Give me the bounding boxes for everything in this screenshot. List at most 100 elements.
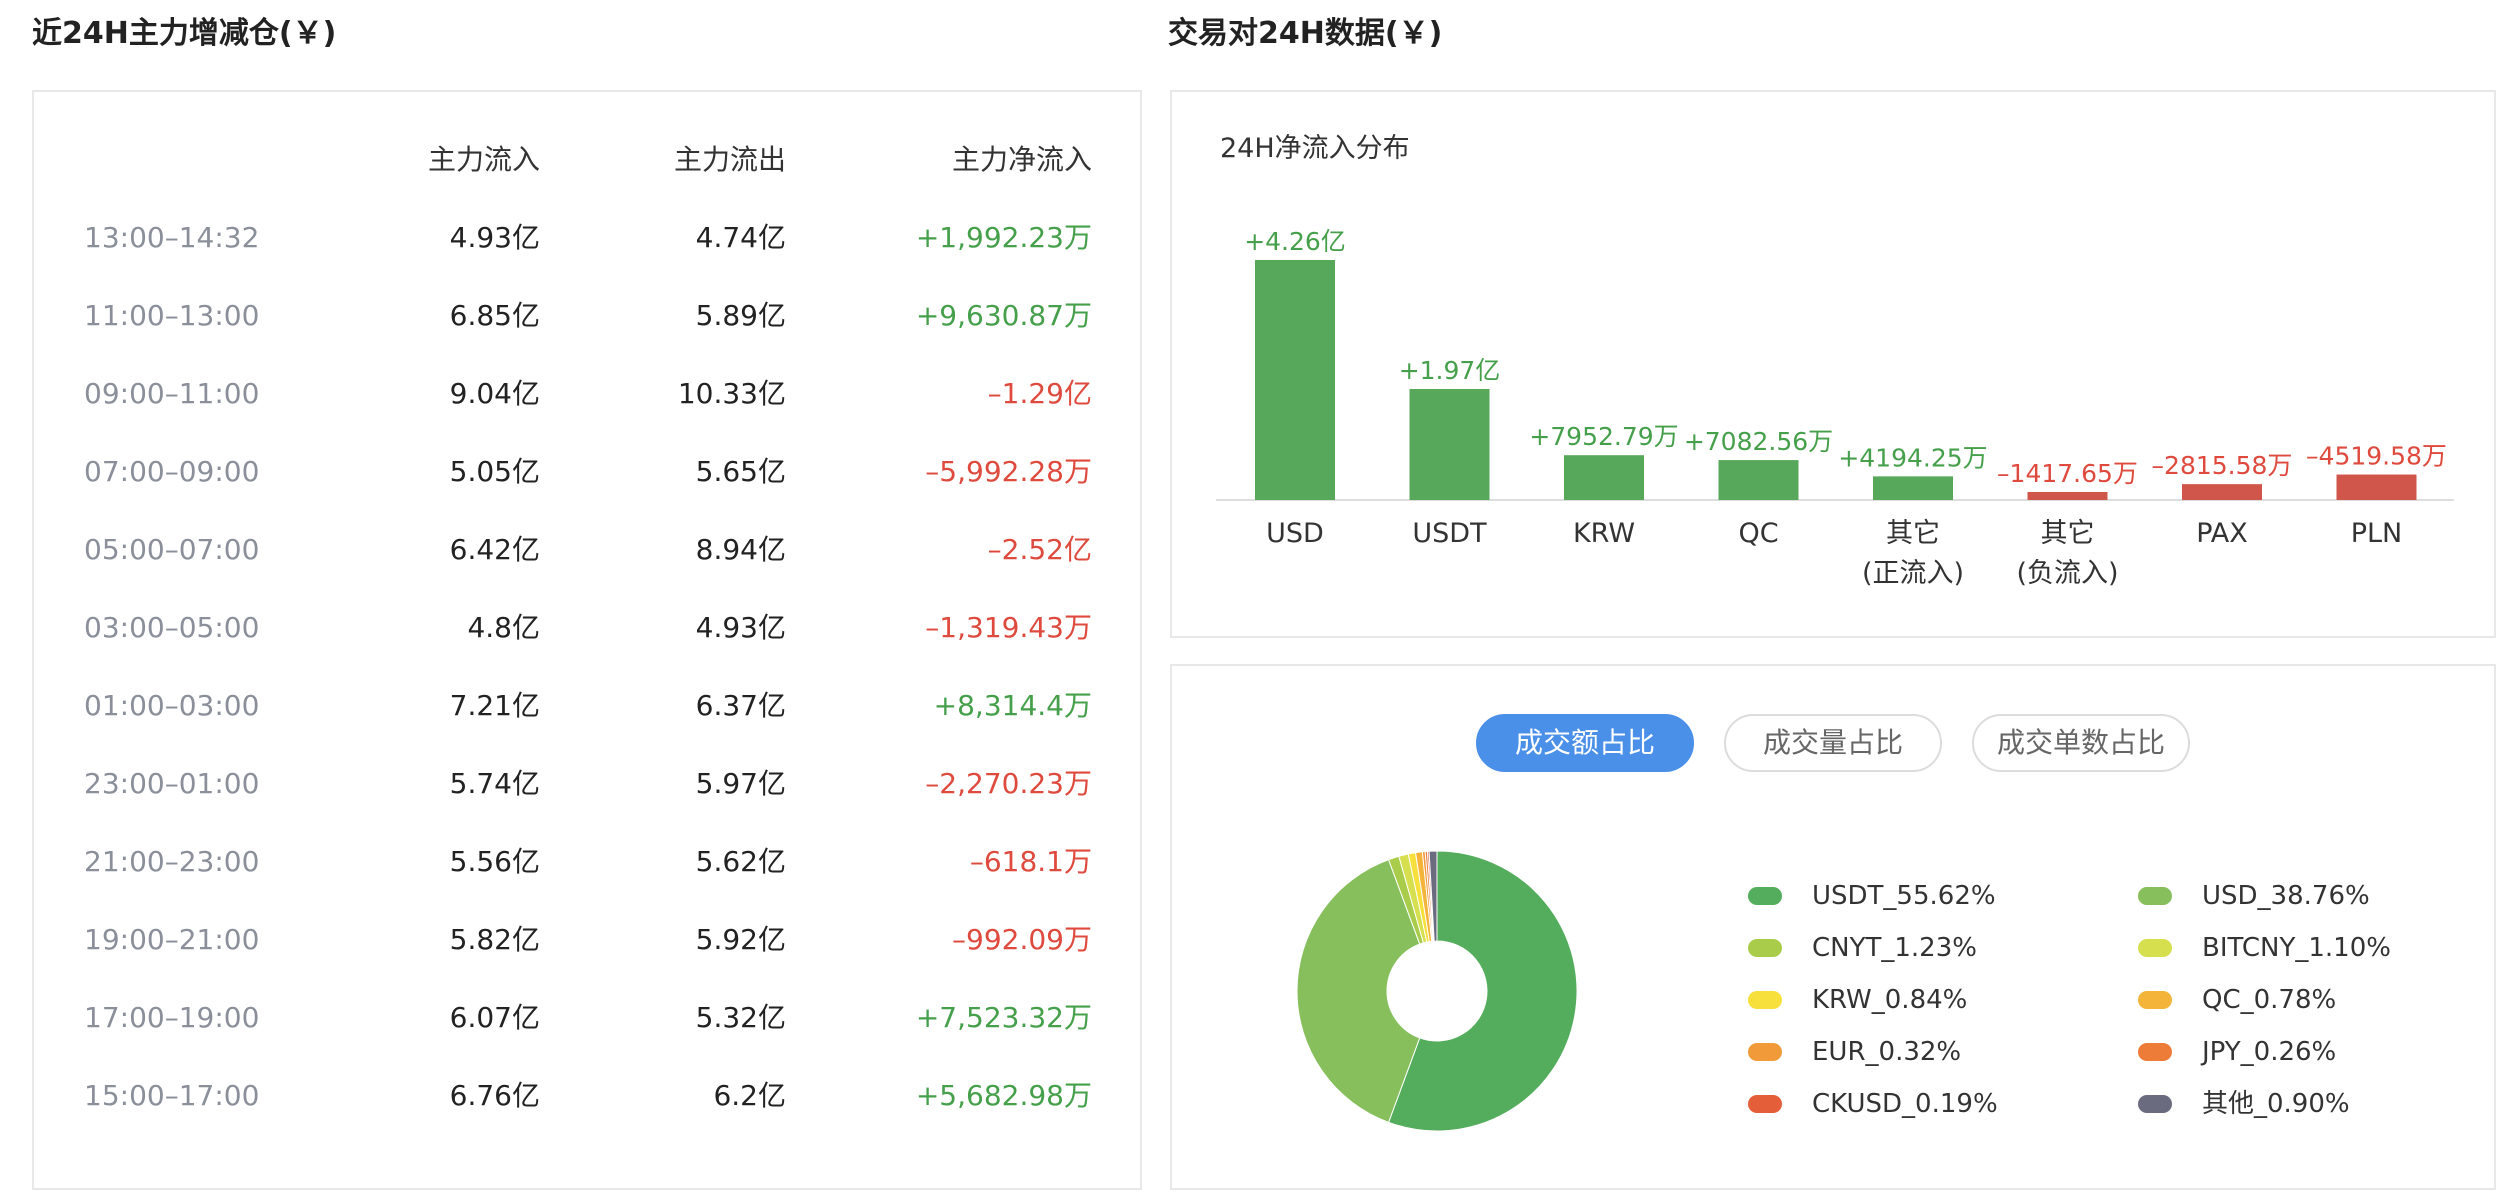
bar-value-label: +4194.25万 <box>1838 443 1987 472</box>
row-net: +8,314.4万 <box>933 689 1092 722</box>
net-inflow-bar-chart: 24H净流入分布 +4.26亿 USD +1.97亿 USDT +7952.79万 KRW… <box>1170 90 2496 638</box>
bar-category-label: 其它 <box>2041 518 2095 549</box>
row-time: 23:00–01:00 <box>84 767 260 800</box>
bar <box>1409 389 1490 500</box>
row-inflow: 5.82亿 <box>449 923 540 956</box>
legend-label: QC_0.78% <box>2202 985 2337 1015</box>
legend-swatch <box>1748 887 1782 905</box>
table-row: 09:00–11:00 9.04亿 10.33亿 –1.29亿 <box>34 364 1140 424</box>
row-time: 21:00–23:00 <box>84 845 260 878</box>
legend-swatch <box>2138 887 2172 905</box>
row-time: 07:00–09:00 <box>84 455 260 488</box>
row-net: –2.52亿 <box>987 533 1092 566</box>
row-inflow: 6.85亿 <box>449 299 540 332</box>
row-net: –618.1万 <box>969 845 1092 878</box>
legend-label: EUR_0.32% <box>1812 1037 1962 1067</box>
row-outflow: 8.94亿 <box>695 533 786 566</box>
row-outflow: 5.89亿 <box>695 299 786 332</box>
bar <box>1564 455 1644 500</box>
donut-slice[interactable] <box>1296 858 1421 1124</box>
table-row: 23:00–01:00 5.74亿 5.97亿 –2,270.23万 <box>34 754 1140 814</box>
bar <box>1873 476 1953 500</box>
row-outflow: 4.93亿 <box>695 611 786 644</box>
tab-turnover-share[interactable]: 成交额占比 <box>1476 714 1694 772</box>
row-net: +7,523.32万 <box>915 1001 1092 1034</box>
table-row: 05:00–07:00 6.42亿 8.94亿 –2.52亿 <box>34 520 1140 580</box>
row-outflow: 5.62亿 <box>695 845 786 878</box>
bar-value-label: –4519.58万 <box>2306 442 2447 471</box>
row-inflow: 7.21亿 <box>449 689 540 722</box>
legend-label: 其他_0.90% <box>2202 1089 2350 1119</box>
bar-category-label: QC <box>1738 518 1778 549</box>
legend-swatch <box>1748 991 1782 1009</box>
row-net: +1,992.23万 <box>915 221 1092 254</box>
table-row: 19:00–21:00 5.82亿 5.92亿 –992.09万 <box>34 910 1140 970</box>
row-net: +9,630.87万 <box>915 299 1092 332</box>
row-net: –5,992.28万 <box>925 455 1092 488</box>
share-pie-panel: 成交额占比 成交量占比 成交单数占比 USDT_55.62% USD_38.76%… <box>1170 664 2496 1190</box>
legend-label: CNYT_1.23% <box>1812 933 1977 963</box>
table-row: 13:00–14:32 4.93亿 4.74亿 +1,992.23万 <box>34 208 1140 268</box>
row-time: 13:00–14:32 <box>84 221 260 254</box>
header-inflow: 主力流入 <box>427 143 540 176</box>
row-time: 19:00–21:00 <box>84 923 260 956</box>
row-outflow: 10.33亿 <box>677 377 786 410</box>
bar-value-label: –1417.65万 <box>1997 459 2138 488</box>
row-time: 09:00–11:00 <box>84 377 260 410</box>
bar-chart-svg: +4.26亿 USD +1.97亿 USDT +7952.79万 KRW +7082.56万… <box>1216 227 2454 589</box>
table-row: 11:00–13:00 6.85亿 5.89亿 +9,630.87万 <box>34 286 1140 346</box>
row-inflow: 5.56亿 <box>449 845 540 878</box>
row-outflow: 4.74亿 <box>695 221 786 254</box>
row-inflow: 9.04亿 <box>449 377 540 410</box>
row-inflow: 6.42亿 <box>449 533 540 566</box>
bar-category-label: PAX <box>2196 518 2248 549</box>
row-outflow: 6.2亿 <box>713 1079 786 1112</box>
bar-value-label: –2815.58万 <box>2152 451 2293 480</box>
bar-category-label: (负流入) <box>2016 558 2118 589</box>
bar-value-label: +7082.56万 <box>1684 427 1833 456</box>
legend-swatch <box>2138 991 2172 1009</box>
bar-category-label: USD <box>1266 518 1324 549</box>
bar <box>1718 460 1799 500</box>
left-section-title: 近24H主力增减仓(￥) <box>32 16 337 51</box>
row-net: –1,319.43万 <box>925 611 1092 644</box>
row-time: 03:00–05:00 <box>84 611 260 644</box>
legend-swatch <box>1748 939 1782 957</box>
row-inflow: 5.74亿 <box>449 767 540 800</box>
legend-swatch <box>1748 1095 1782 1113</box>
row-time: 01:00–03:00 <box>84 689 260 722</box>
legend-label: USD_38.76% <box>2202 881 2370 911</box>
row-outflow: 5.97亿 <box>695 767 786 800</box>
tab-volume-share[interactable]: 成交量占比 <box>1724 714 1942 772</box>
tab-order-count-share[interactable]: 成交单数占比 <box>1972 714 2190 772</box>
bar <box>2336 474 2417 500</box>
row-net: –1.29亿 <box>987 377 1092 410</box>
legend-label: KRW_0.84% <box>1812 985 1968 1015</box>
legend-label: BITCNY_1.10% <box>2202 933 2391 963</box>
table-header: 主力流入 主力流出 主力净流入 <box>34 130 1140 190</box>
bar-value-label: +4.26亿 <box>1244 227 1346 256</box>
row-outflow: 5.32亿 <box>695 1001 786 1034</box>
row-inflow: 6.07亿 <box>449 1001 540 1034</box>
table-row: 21:00–23:00 5.56亿 5.62亿 –618.1万 <box>34 832 1140 892</box>
row-time: 11:00–13:00 <box>84 299 260 332</box>
share-donut-chart <box>1296 850 1578 1132</box>
legend-swatch <box>1748 1043 1782 1061</box>
main-flow-table: 主力流入 主力流出 主力净流入 13:00–14:32 4.93亿 4.74亿 +1,… <box>32 90 1142 1190</box>
row-inflow: 4.93亿 <box>449 221 540 254</box>
table-row: 15:00–17:00 6.76亿 6.2亿 +5,682.98万 <box>34 1066 1140 1126</box>
table-row: 01:00–03:00 7.21亿 6.37亿 +8,314.4万 <box>34 676 1140 736</box>
bar-category-label: KRW <box>1573 518 1635 549</box>
legend-swatch <box>2138 1095 2172 1113</box>
bar-value-label: +1.97亿 <box>1399 356 1501 385</box>
table-row: 03:00–05:00 4.8亿 4.93亿 –1,319.43万 <box>34 598 1140 658</box>
bar-category-label: (正流入) <box>1862 558 1964 589</box>
header-net: 主力净流入 <box>951 143 1092 176</box>
row-net: –2,270.23万 <box>925 767 1092 800</box>
row-net: –992.09万 <box>952 923 1092 956</box>
bar-category-label: USDT <box>1412 518 1487 549</box>
bar-category-label: PLN <box>2351 518 2403 549</box>
table-row: 07:00–09:00 5.05亿 5.65亿 –5,992.28万 <box>34 442 1140 502</box>
row-outflow: 6.37亿 <box>695 689 786 722</box>
bar <box>2182 484 2262 500</box>
